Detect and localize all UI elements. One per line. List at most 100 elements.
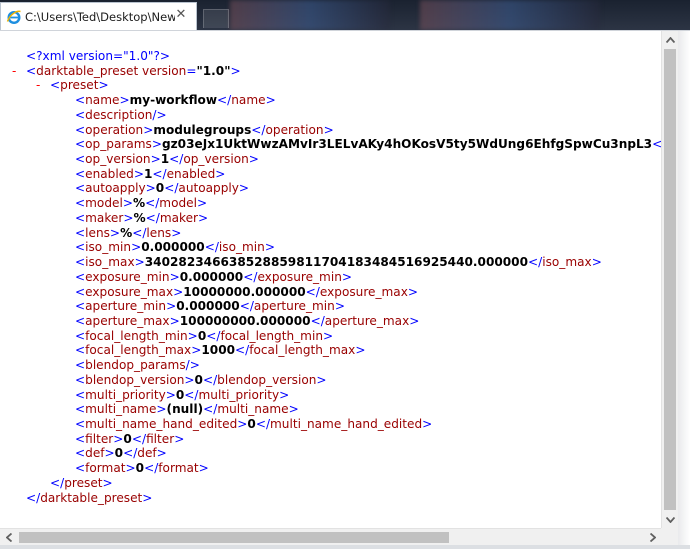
tag-name: operation	[85, 122, 144, 137]
bracket: </	[164, 181, 179, 196]
bracket: </	[251, 122, 266, 137]
scroll-left-arrow-icon[interactable]	[0, 529, 17, 546]
tag-name: model	[85, 196, 123, 211]
field-value: 340282346638528859811704183484516925440.…	[144, 255, 529, 270]
bracket: >	[169, 269, 180, 284]
xml-field-enabled: <enabled>1</enabled>	[0, 167, 661, 182]
bracket: >	[171, 225, 182, 240]
bracket: <	[50, 78, 61, 93]
field-value: 1000	[201, 343, 236, 358]
toolbar-item[interactable]	[630, 7, 644, 23]
bracket: >	[165, 387, 176, 402]
tag-name: multi_name_hand_edited	[270, 416, 423, 431]
bracket: >	[166, 299, 177, 314]
xml-field-format: <format>0</format>	[0, 461, 661, 476]
scroll-down-arrow-icon[interactable]	[662, 511, 679, 528]
bracket: >	[323, 122, 334, 137]
bracket: >	[198, 461, 209, 476]
bracket: <	[75, 446, 86, 461]
bracket: <	[75, 255, 86, 270]
tag-name: blendop_version	[217, 372, 317, 387]
bracket: >	[279, 387, 290, 402]
xml-field-blendop-version: <blendop_version>0</blendop_version>	[0, 373, 661, 388]
bracket: >	[248, 152, 259, 167]
xml-field-filter: <filter>0</filter>	[0, 432, 661, 447]
vertical-scrollbar[interactable]	[661, 31, 679, 528]
tag-name: description	[85, 107, 153, 122]
bracket: <	[75, 166, 86, 181]
bracket: >	[334, 299, 345, 314]
bracket: <	[75, 299, 86, 314]
preset-element-open[interactable]: - <preset>	[0, 78, 661, 93]
bracket: </	[217, 93, 232, 108]
new-tab-button[interactable]	[203, 9, 229, 28]
collapse-toggle[interactable]: -	[12, 64, 16, 79]
bracket: <	[75, 181, 86, 196]
bracket: </	[144, 461, 159, 476]
bracket: <	[75, 343, 86, 358]
bracket: </	[50, 475, 65, 490]
field-value: 10000000.000000	[183, 284, 306, 299]
bracket: />	[152, 107, 167, 122]
tag-name: op_version	[183, 152, 249, 167]
scroll-right-arrow-icon[interactable]	[644, 529, 661, 546]
tag-name: blendop_version	[85, 372, 185, 387]
tag-name: format	[85, 461, 126, 476]
bracket: >	[173, 284, 184, 299]
collapse-toggle[interactable]: -	[36, 78, 40, 93]
bracket: >	[316, 372, 327, 387]
vertical-scroll-thumb[interactable]	[664, 49, 676, 510]
tag-name: maker	[159, 210, 198, 225]
bracket: >	[133, 166, 144, 181]
bracket: </	[184, 387, 199, 402]
scroll-up-arrow-icon[interactable]	[662, 31, 679, 48]
ie-page-icon	[6, 9, 22, 25]
bracket: <	[75, 240, 86, 255]
xml-field-exposure-max: <exposure_max>10000000.000000</exposure_…	[0, 285, 661, 300]
close-icon[interactable]: ✕	[174, 8, 188, 22]
toolbar-item[interactable]	[575, 7, 589, 23]
bracket: <	[75, 93, 86, 108]
xml-field-iso-max: <iso_max>3402823466385288598117041834845…	[0, 255, 661, 270]
bracket: >	[187, 328, 198, 343]
bracket: <	[75, 387, 86, 402]
xml-field-blendop-params: <blendop_params/>	[0, 358, 661, 373]
tag-name: aperture_max	[324, 313, 410, 328]
horizontal-scrollbar[interactable]	[0, 528, 661, 546]
tag-name: multi_name	[85, 402, 157, 417]
bracket: </	[243, 269, 258, 284]
bracket: =	[186, 63, 197, 78]
bracket: </	[528, 255, 543, 270]
xml-field-description: <description/>	[0, 108, 661, 123]
bracket: >	[238, 181, 250, 196]
bracket: >	[422, 416, 433, 431]
xml-document-view: <?xml version="1.0"?> - <darktable_preset …	[0, 31, 661, 528]
tag-name: filter	[146, 431, 175, 446]
active-tab[interactable]: C:\Users\Ted\Desktop\New T... ✕	[0, 2, 197, 30]
bracket: >	[145, 181, 156, 196]
tag-name: model	[159, 196, 197, 211]
tag-name: focal_length_min	[85, 328, 188, 343]
field-value: (null)	[166, 402, 204, 417]
bracket: >	[169, 313, 180, 328]
bracket: >	[123, 210, 134, 225]
bracket: >	[109, 225, 121, 240]
tag-name: op_params	[85, 137, 152, 152]
tag-name: format	[158, 461, 199, 476]
tag-name: filter	[85, 431, 114, 446]
preset-element-close: </preset>	[0, 476, 661, 491]
field-value: %	[120, 225, 133, 240]
bracket: >	[196, 196, 208, 211]
tag-name: maker	[85, 210, 124, 225]
bracket: </	[255, 416, 271, 431]
root-element-open[interactable]: - <darktable_preset version="1.0">	[0, 64, 661, 79]
xml-field-exposure-min: <exposure_min>0.000000</exposure_min>	[0, 270, 661, 285]
bracket: >	[142, 490, 153, 505]
xml-field-lens: <lens>%</lens>	[0, 226, 661, 241]
bracket: >	[119, 93, 130, 108]
field-value: 100000000.000000	[179, 313, 311, 328]
bracket: <	[75, 416, 86, 431]
horizontal-scroll-thumb[interactable]	[19, 532, 449, 543]
window-edge	[678, 31, 690, 549]
field-value: gz03eJx1UktWwzAMvIr3LELvAKy4hOKosV5ty5Wd…	[161, 137, 653, 152]
